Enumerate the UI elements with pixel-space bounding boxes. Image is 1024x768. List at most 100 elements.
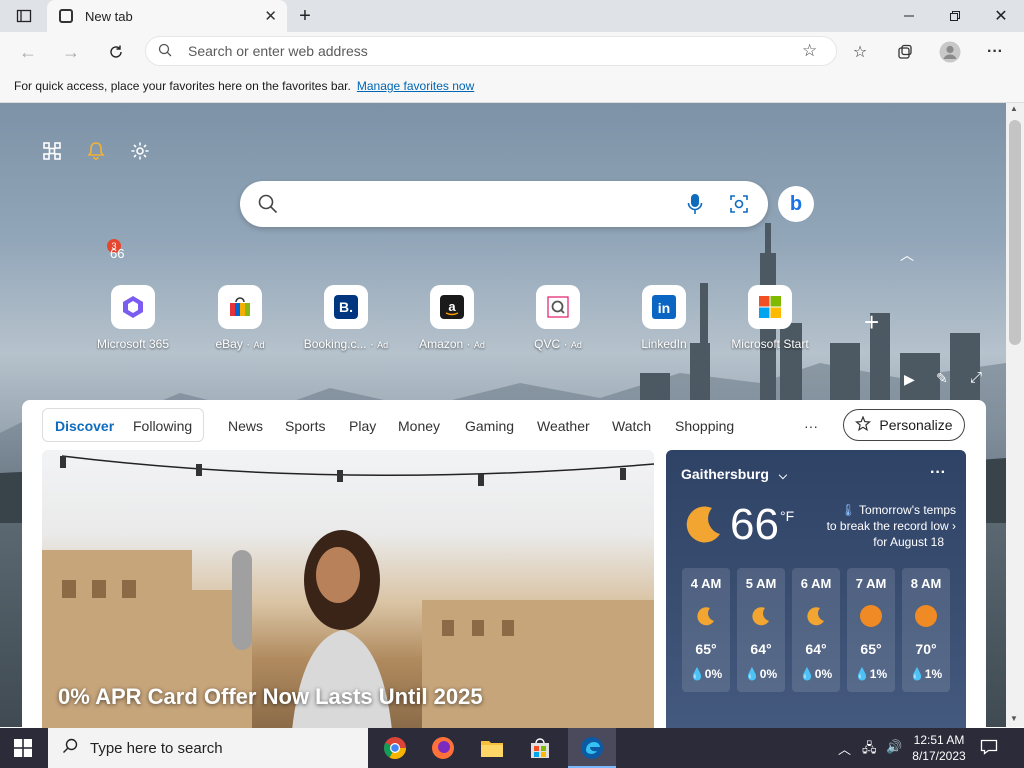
scroll-up-arrow-icon[interactable]: ▲: [1010, 104, 1018, 113]
notifications-bell-icon[interactable]: [84, 139, 108, 163]
forecast-temp: 70°: [915, 641, 937, 657]
favorites-icon[interactable]: ☆: [846, 38, 874, 66]
tab-actions-icon[interactable]: [12, 4, 36, 28]
tab-new-tab[interactable]: New tab ✕: [47, 0, 287, 32]
newtab-favicon-icon: [59, 9, 73, 23]
feed-tab-watch[interactable]: Watch: [612, 410, 651, 442]
quick-link-amazon[interactable]: a Amazon · Ad: [407, 285, 497, 351]
hourly-forecast-item[interactable]: 7 AM 65° 💧1%: [847, 568, 895, 692]
hero-article-card[interactable]: 0% APR Card Offer Now Lasts Until 2025: [42, 450, 654, 730]
taskbar-search-box[interactable]: Type here to search: [48, 728, 368, 768]
network-icon[interactable]: 🖧: [862, 739, 877, 761]
tab-title: New tab: [85, 8, 133, 24]
forecast-time: 4 AM: [690, 576, 722, 591]
minimize-icon[interactable]: [897, 4, 921, 28]
play-background-icon[interactable]: ▶: [904, 371, 915, 388]
file-explorer-icon[interactable]: [476, 732, 508, 764]
hourly-forecast-item[interactable]: 4 AM 65° 💧0%: [682, 568, 730, 692]
quick-link-label: eBay: [215, 337, 243, 351]
title-bar: New tab ✕ + ✕: [0, 0, 1024, 32]
edit-background-icon[interactable]: ✎: [936, 370, 948, 387]
address-field[interactable]: ☆: [145, 36, 837, 66]
feed-tab-money[interactable]: Money: [398, 410, 440, 442]
weather-location[interactable]: Gaithersburg ⌵: [681, 466, 787, 483]
collapse-chevron-up-icon[interactable]: ︿: [900, 245, 914, 265]
feed-tab-sports[interactable]: Sports: [285, 410, 325, 442]
feed-tab-discover[interactable]: Discover: [55, 410, 114, 442]
close-tab-icon[interactable]: ✕: [264, 7, 277, 25]
restore-icon[interactable]: [943, 4, 967, 28]
address-input[interactable]: [186, 42, 750, 60]
refresh-icon[interactable]: [103, 39, 129, 65]
hourly-forecast-item[interactable]: 6 AM 64° 💧0%: [792, 568, 840, 692]
page-settings-gear-icon[interactable]: [128, 139, 152, 163]
mini-weather-temp[interactable]: 66: [110, 246, 124, 261]
back-icon[interactable]: ←: [15, 39, 41, 65]
quick-link-microsoft-365[interactable]: Microsoft 365: [88, 285, 178, 351]
ad-label: Ad: [570, 340, 582, 350]
weather-location-label: Gaithersburg: [681, 466, 769, 482]
quick-link-ebay[interactable]: eBay · Ad: [195, 285, 285, 351]
apps-grid-icon[interactable]: [40, 139, 64, 163]
svg-text:a: a: [448, 299, 456, 314]
feed-tab-play[interactable]: Play: [349, 410, 376, 442]
taskbar-clock[interactable]: 12:51 AM 8/17/2023: [906, 732, 972, 764]
hero-article-title[interactable]: 0% APR Card Offer Now Lasts Until 2025: [58, 684, 483, 710]
feed-tab-gaming[interactable]: Gaming: [465, 410, 514, 442]
windows-start-icon[interactable]: [14, 739, 32, 762]
quick-link-booking[interactable]: B. Booking.c... · Ad: [301, 285, 391, 351]
system-tray-chevron-up-icon[interactable]: ︿: [838, 739, 851, 758]
sun-icon: [860, 605, 882, 627]
feed-tab-following[interactable]: Following: [133, 410, 192, 442]
quick-link-linkedin[interactable]: in LinkedIn: [619, 285, 709, 351]
manage-favorites-link[interactable]: Manage favorites now: [357, 79, 474, 93]
linkedin-logo-icon: in: [642, 285, 686, 329]
new-tab-icon[interactable]: +: [293, 4, 317, 28]
feed-more-icon[interactable]: ···: [804, 410, 818, 442]
web-search-box[interactable]: [240, 181, 768, 227]
chrome-icon[interactable]: [379, 732, 411, 764]
web-search-input[interactable]: [294, 194, 678, 214]
qvc-logo-icon: [536, 285, 580, 329]
scrollbar-thumb[interactable]: [1009, 120, 1021, 345]
sparkle-icon: [855, 414, 872, 435]
alert-line: for August 18: [873, 535, 944, 549]
feed-tab-weather[interactable]: Weather: [537, 410, 590, 442]
feed-tab-shopping[interactable]: Shopping: [675, 410, 734, 442]
forecast-temp: 65°: [695, 641, 717, 657]
bing-chat-icon[interactable]: b: [778, 186, 814, 222]
personalize-button[interactable]: Personalize: [843, 409, 965, 441]
add-favorite-icon[interactable]: ☆: [802, 41, 817, 61]
close-window-icon[interactable]: ✕: [989, 4, 1013, 28]
weather-more-icon[interactable]: ···: [930, 464, 946, 482]
firefox-icon[interactable]: [427, 732, 459, 764]
add-quick-link-icon[interactable]: +: [864, 307, 879, 338]
edge-icon[interactable]: [576, 732, 608, 764]
weather-alert[interactable]: 🌡 Tomorrow's temps to break the record l…: [806, 502, 956, 550]
forward-icon[interactable]: →: [58, 39, 84, 65]
search-icon: [158, 43, 172, 60]
scroll-down-arrow-icon[interactable]: ▼: [1010, 714, 1018, 723]
quick-link-qvc[interactable]: QVC · Ad: [513, 285, 603, 351]
settings-and-more-icon[interactable]: ···: [981, 38, 1009, 66]
notifications-icon[interactable]: [980, 738, 998, 761]
hourly-forecast-item[interactable]: 8 AM 70° 💧1%: [902, 568, 950, 692]
hourly-forecast-item[interactable]: 5 AM 64° 💧0%: [737, 568, 785, 692]
expand-icon[interactable]: ⤢: [970, 369, 982, 386]
moon-icon: [695, 605, 717, 627]
visual-search-icon[interactable]: [729, 194, 749, 219]
favorites-bar-message: For quick access, place your favorites h…: [14, 79, 351, 93]
collections-icon[interactable]: [891, 38, 919, 66]
quick-link-label: QVC: [534, 337, 561, 351]
quick-link-microsoft-start[interactable]: Microsoft Start: [725, 285, 815, 351]
weather-card[interactable]: Gaithersburg ⌵ ··· 66 °F 🌡 Tomorrow's te…: [666, 450, 966, 730]
profile-avatar[interactable]: [936, 38, 964, 66]
temp-unit: °F: [780, 508, 795, 524]
feed-tab-news[interactable]: News: [228, 410, 263, 442]
volume-icon[interactable]: 🔊: [886, 739, 902, 755]
voice-search-mic-icon[interactable]: [687, 193, 703, 220]
ad-label: Ad: [473, 340, 485, 350]
content-feed: Discover Following News Sports Play Mone…: [22, 400, 986, 730]
microsoft-store-icon[interactable]: [524, 732, 556, 764]
clock-date: 8/17/2023: [912, 749, 966, 763]
